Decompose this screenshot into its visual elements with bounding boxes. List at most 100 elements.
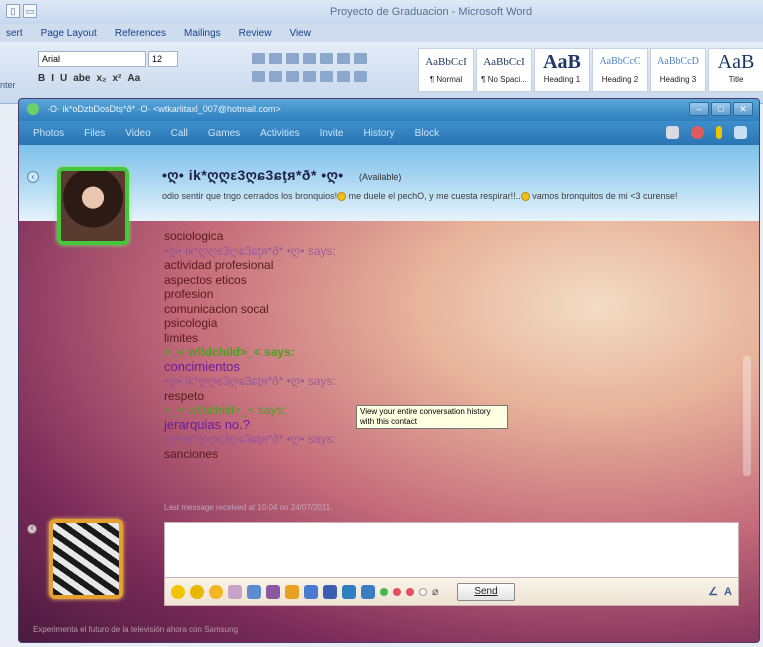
minimize-button[interactable]: – <box>689 102 709 116</box>
menu-right-icons <box>666 126 747 139</box>
bold-button[interactable]: B <box>38 73 45 84</box>
increase-indent-icon[interactable] <box>320 53 333 64</box>
subscript-button[interactable]: x₂ <box>96 73 106 84</box>
style-no-spacing[interactable]: AaBbCcI ¶ No Spaci... <box>476 48 532 92</box>
collapse-self-icon[interactable]: ‹ <box>27 524 37 534</box>
decrease-indent-icon[interactable] <box>303 53 316 64</box>
shading-icon[interactable] <box>337 71 350 82</box>
self-avatar[interactable] <box>49 519 123 599</box>
menu-invite[interactable]: Invite <box>320 128 344 139</box>
multilevel-icon[interactable] <box>286 53 299 64</box>
style-heading-2[interactable]: AaBbCcC Heading 2 <box>592 48 648 92</box>
contact-avatar[interactable] <box>57 167 129 245</box>
style-title[interactable]: AaB Title <box>708 48 763 92</box>
font-size-select[interactable]: 12 <box>148 51 178 67</box>
winks-icon[interactable] <box>342 584 356 599</box>
strikethrough-button[interactable]: abe <box>73 73 90 84</box>
justify-icon[interactable] <box>303 71 316 82</box>
style-heading-1[interactable]: AaB Heading 1 <box>534 48 590 92</box>
numbering-icon[interactable] <box>269 53 282 64</box>
ad-banner[interactable]: Experimenta el futuro de la televisión a… <box>33 625 238 634</box>
message-line: actividad profesional <box>164 258 274 272</box>
quick-access-toolbar: ▯ ▭ <box>6 4 37 18</box>
contacts-icon[interactable] <box>666 126 679 139</box>
photo-icon[interactable] <box>323 584 337 599</box>
tab-view[interactable]: View <box>289 28 311 39</box>
emoticon-icon[interactable] <box>171 584 185 599</box>
color-pink-icon[interactable] <box>406 587 414 596</box>
styles-gallery: AaBbCcI ¶ Normal AaBbCcI ¶ No Spaci... AaB… <box>418 48 763 92</box>
collapse-header-icon[interactable]: ‹ <box>27 171 39 183</box>
font-icon[interactable]: A <box>724 586 732 598</box>
menu-video[interactable]: Video <box>125 128 150 139</box>
borders-icon[interactable] <box>354 71 367 82</box>
open-folder-icon[interactable]: ▭ <box>23 4 37 18</box>
underline-button[interactable]: U <box>60 73 67 84</box>
change-case-button[interactable]: Aa <box>127 73 140 84</box>
menu-activities[interactable]: Activities <box>260 128 299 139</box>
scrollbar-thumb[interactable] <box>743 356 751 476</box>
style-preview: AaB <box>543 51 581 73</box>
send-button[interactable]: Send <box>457 582 515 601</box>
tab-mailings[interactable]: Mailings <box>184 28 221 39</box>
maximize-button[interactable]: □ <box>711 102 731 116</box>
sender-line: •ღ• ik*ღღε3ღɕ3ɕţя*ð* •ღ• says: <box>164 432 336 446</box>
message-input[interactable] <box>165 523 738 577</box>
italic-button[interactable]: I <box>51 73 54 84</box>
font-style-icon[interactable] <box>266 584 280 599</box>
options-icon[interactable] <box>734 126 747 139</box>
message-line: sanciones <box>164 446 219 461</box>
menu-files[interactable]: Files <box>84 128 105 139</box>
background-icon[interactable] <box>247 584 261 599</box>
erase-icon[interactable]: ⌀ <box>432 585 442 599</box>
status-icon[interactable] <box>691 126 704 139</box>
psm-part-3: vamos bronquitos de mi <3 curense! <box>529 191 678 201</box>
messenger-title-bar: ·O· ik*oDzbDosDtṣ*ð* ·O· <wtkarlitaxl_00… <box>19 99 759 121</box>
tab-page-layout[interactable]: Page Layout <box>41 28 97 39</box>
color-green-icon[interactable] <box>380 587 388 596</box>
contact-card-icon[interactable] <box>361 584 375 599</box>
align-left-icon[interactable] <box>252 71 265 82</box>
style-name: ¶ Normal <box>429 75 463 84</box>
align-right-icon[interactable] <box>286 71 299 82</box>
wink-icon[interactable] <box>190 584 204 599</box>
share-icon[interactable] <box>304 584 318 599</box>
bullets-icon[interactable] <box>252 53 265 64</box>
line-spacing-icon[interactable] <box>320 71 333 82</box>
sort-icon[interactable] <box>337 53 350 64</box>
psm-part-1: odio sentir que tngo cerrados los bronqu… <box>162 191 338 201</box>
tab-review[interactable]: Review <box>239 28 272 39</box>
new-doc-icon[interactable]: ▯ <box>6 4 20 18</box>
ribbon-tabs: sert Page Layout References Mailings Rev… <box>0 24 763 42</box>
style-heading-3[interactable]: AaBbCcD Heading 3 <box>650 48 706 92</box>
close-button[interactable]: ✕ <box>733 102 753 116</box>
style-preview: AaBbCcC <box>599 56 641 67</box>
menu-photos[interactable]: Photos <box>33 128 64 139</box>
menu-history[interactable]: History <box>364 128 395 139</box>
style-preview: AaBbCcI <box>483 56 525 68</box>
conversation-scrollbar[interactable] <box>743 231 753 501</box>
handwriting-icon[interactable]: ∠ <box>708 585 718 598</box>
menu-block[interactable]: Block <box>415 128 439 139</box>
sender-line: •ღ• ik*ღღε3ღɕ3ɕţя*ð* •ღ• says: <box>164 374 336 388</box>
style-normal[interactable]: AaBbCcI ¶ Normal <box>418 48 474 92</box>
voice-clip-icon[interactable] <box>228 584 242 599</box>
align-center-icon[interactable] <box>269 71 282 82</box>
color-white-icon[interactable] <box>419 587 427 596</box>
nudge-icon[interactable] <box>209 584 223 599</box>
pilcrow-icon[interactable] <box>354 53 367 64</box>
superscript-button[interactable]: x² <box>113 73 122 84</box>
font-name-select[interactable]: Arial <box>38 51 146 67</box>
nudge-icon[interactable] <box>716 126 722 139</box>
message-input-box[interactable] <box>164 522 739 578</box>
ribbon: nter Arial 12 B I U abe x₂ x² Aa AaBbCcI… <box>0 42 763 104</box>
messenger-window: ·O· ik*oDzbDosDtṣ*ð* ·O· <wtkarlitaxl_00… <box>18 98 760 643</box>
tab-references[interactable]: References <box>115 28 166 39</box>
menu-games[interactable]: Games <box>208 128 240 139</box>
menu-call[interactable]: Call <box>171 128 188 139</box>
tab-insert[interactable]: sert <box>6 28 23 39</box>
messenger-menu: Photos Files Video Call Games Activities… <box>19 121 759 145</box>
color-red-icon[interactable] <box>393 587 401 596</box>
games-icon[interactable] <box>285 584 299 599</box>
paragraph-tools <box>250 51 410 91</box>
